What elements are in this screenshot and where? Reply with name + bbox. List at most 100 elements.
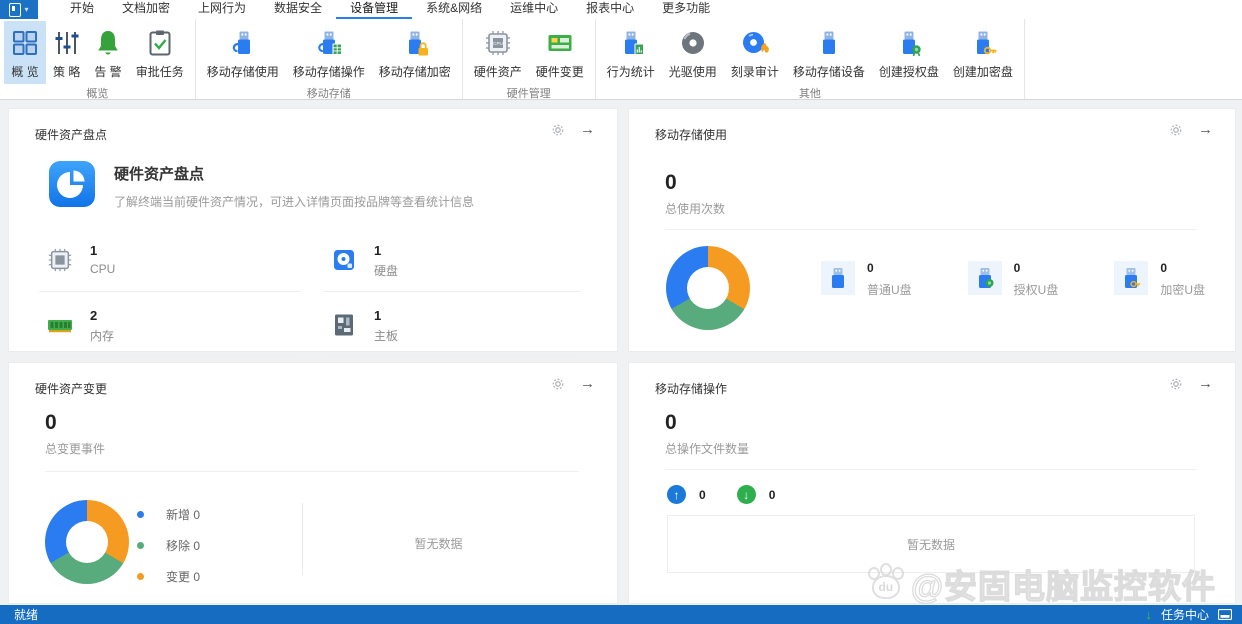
ribbon-group-hardware: CPU 硬件资产 硬件变更 硬件管理 xyxy=(463,19,596,100)
tab-doc-encryption[interactable]: 文档加密 xyxy=(108,0,184,19)
disc-icon xyxy=(679,26,707,60)
gear-icon[interactable] xyxy=(1169,123,1183,137)
usage-item-label: 授权U盘 xyxy=(1013,283,1059,297)
status-bar: 就绪 ↓ 任务中心 xyxy=(0,605,1242,624)
ribbon-item-create-encrypted-disk[interactable]: 创建加密盘 xyxy=(946,21,1020,84)
stat-value: 1 xyxy=(90,243,98,258)
inventory-title: 硬件资产盘点 xyxy=(114,166,205,183)
tab-data-security[interactable]: 数据安全 xyxy=(260,0,336,19)
cpu-small-icon xyxy=(47,247,73,273)
usb-medal-icon xyxy=(895,26,923,60)
dropdown-caret-icon: ▾ xyxy=(24,4,29,14)
ribbon-item-disc-usage[interactable]: 光驱使用 xyxy=(662,21,724,84)
stat-cpu: 1 CPU xyxy=(39,239,301,292)
ribbon-item-approval-tasks[interactable]: 审批任务 xyxy=(129,21,191,84)
ribbon-item-label: 刻录审计 xyxy=(730,65,779,79)
hardware-board-icon xyxy=(546,26,574,60)
stat-ram: 2 内存 xyxy=(39,304,301,357)
usage-donut-chart xyxy=(666,246,750,330)
gear-icon[interactable] xyxy=(551,123,565,137)
status-ready-text: 就绪 xyxy=(14,608,39,622)
gear-icon[interactable] xyxy=(551,377,565,391)
ribbon-item-label: 创建授权盘 xyxy=(878,65,939,79)
app-logo-icon xyxy=(9,2,22,17)
ribbon-item-storage-operation[interactable]: 移动存储操作 xyxy=(286,21,372,84)
ribbon-item-overview[interactable]: 概 览 xyxy=(4,21,46,84)
ribbon-group-removable-storage: 移动存储使用 移动存储操作 移动存储加密 移动存储 xyxy=(196,19,463,100)
ribbon-item-hardware-assets[interactable]: CPU 硬件资产 xyxy=(467,21,529,84)
ribbon-item-storage-usage[interactable]: 移动存储使用 xyxy=(200,21,286,84)
ribbon-item-label: 审批任务 xyxy=(135,65,184,79)
arrow-right-icon[interactable]: → xyxy=(580,122,595,137)
gear-icon[interactable] xyxy=(1169,377,1183,391)
ram-icon xyxy=(47,312,73,338)
policy-sliders-icon xyxy=(54,26,80,60)
tab-more-functions[interactable]: 更多功能 xyxy=(648,0,724,19)
motherboard-icon xyxy=(331,312,357,338)
disc-burn-icon xyxy=(741,26,769,60)
upload-arrow-icon: ↑ xyxy=(667,485,686,504)
legend-row-changed: 变更 0 xyxy=(137,568,200,585)
card-title: 硬件资产盘点 xyxy=(35,128,108,142)
ribbon-toolbar: 概 览 策 略 告 警 审批任务 概览 移动存储使用 移动存储操作 移动存储加密… xyxy=(0,19,1242,100)
tab-report-center[interactable]: 报表中心 xyxy=(572,0,648,19)
stat-value: 1 xyxy=(374,308,382,323)
tab-start[interactable]: 开始 xyxy=(56,0,108,19)
card-hardware-inventory: 硬件资产盘点 → 硬件资产盘点 了解终端当前硬件资产情况，可进入详情页面按品牌等… xyxy=(8,108,618,357)
dashboard-content: 硬件资产盘点 → 硬件资产盘点 了解终端当前硬件资产情况，可进入详情页面按品牌等… xyxy=(0,100,1242,605)
ribbon-item-label: 移动存储设备 xyxy=(792,65,865,79)
tab-ops-center[interactable]: 运维中心 xyxy=(496,0,572,19)
ribbon-item-storage-devices[interactable]: 移动存储设备 xyxy=(786,21,872,84)
stat-disk: 1 硬盘 xyxy=(323,239,581,292)
stat-label: 内存 xyxy=(90,329,115,343)
ribbon-item-label: 移动存储使用 xyxy=(206,65,279,79)
ribbon-item-policy[interactable]: 策 略 xyxy=(46,21,87,84)
legend-label: 变更 0 xyxy=(166,570,201,584)
menu-tabs: 开始 文档加密 上网行为 数据安全 设备管理 系统&网络 运维中心 报表中心 更… xyxy=(56,0,724,19)
tab-device-management[interactable]: 设备管理 xyxy=(336,0,413,19)
ops-total: 0 总操作文件数量 xyxy=(665,411,750,456)
ribbon-item-storage-encryption[interactable]: 移动存储加密 xyxy=(372,21,458,84)
task-center-button[interactable]: ↓ 任务中心 xyxy=(1145,606,1232,623)
svg-text:CPU: CPU xyxy=(493,41,503,46)
ribbon-item-label: 告 警 xyxy=(94,65,122,79)
usage-item-value: 0 xyxy=(867,261,874,275)
menu-bar: ▾ 开始 文档加密 上网行为 数据安全 设备管理 系统&网络 运维中心 报表中心… xyxy=(0,0,1242,20)
usage-items: 0 普通U盘 0 授权U盘 0 加密U盘 xyxy=(821,261,1205,298)
change-total: 0 总变更事件 xyxy=(45,411,106,456)
disk-icon xyxy=(331,247,357,273)
usage-item-authorized-usb: 0 授权U盘 xyxy=(967,261,1059,298)
stat-motherboard: 1 主板 xyxy=(323,304,581,357)
stat-label: 主板 xyxy=(374,329,399,343)
ribbon-item-label: 移动存储操作 xyxy=(292,65,365,79)
usage-item-label: 加密U盘 xyxy=(1160,283,1206,297)
app-menu-button[interactable]: ▾ xyxy=(0,0,38,19)
stat-value: 1 xyxy=(374,243,382,258)
tab-web-behavior[interactable]: 上网行为 xyxy=(184,0,260,19)
arrow-right-icon[interactable]: → xyxy=(1198,122,1213,137)
ribbon-item-alerts[interactable]: 告 警 xyxy=(87,21,128,84)
inventory-hero: 硬件资产盘点 了解终端当前硬件资产情况，可进入详情页面按品牌等查看统计信息 xyxy=(49,161,474,212)
usb-operation-icon xyxy=(315,26,343,60)
pie-app-icon xyxy=(49,161,95,212)
tab-system-network[interactable]: 系统&网络 xyxy=(412,0,496,19)
stat-label: 硬盘 xyxy=(374,264,399,278)
overview-grid-icon xyxy=(11,26,39,60)
usb-lock-icon xyxy=(401,26,429,60)
usb-stats-icon xyxy=(617,26,645,60)
no-data-box: 暂无数据 xyxy=(667,515,1195,573)
ribbon-item-hardware-change[interactable]: 硬件变更 xyxy=(529,21,591,84)
ribbon-item-create-authorized-disk[interactable]: 创建授权盘 xyxy=(872,21,946,84)
ribbon-item-label: 创建加密盘 xyxy=(952,65,1013,79)
ribbon-empty-space xyxy=(1025,19,1242,99)
arrow-right-icon[interactable]: → xyxy=(580,376,595,391)
arrow-right-icon[interactable]: → xyxy=(1198,376,1213,391)
no-data-text: 暂无数据 xyxy=(414,537,463,551)
ribbon-item-label: 硬件变更 xyxy=(535,65,584,79)
legend-dot xyxy=(137,511,144,518)
ribbon-item-burn-audit[interactable]: 刻录审计 xyxy=(724,21,786,84)
ribbon-item-behavior-stats[interactable]: 行为统计 xyxy=(600,21,662,84)
cpu-chip-icon: CPU xyxy=(484,26,512,60)
inventory-stats: 1 CPU 1 硬盘 2 内存 1 主板 xyxy=(39,239,581,357)
legend-label: 新增 0 xyxy=(166,508,201,522)
